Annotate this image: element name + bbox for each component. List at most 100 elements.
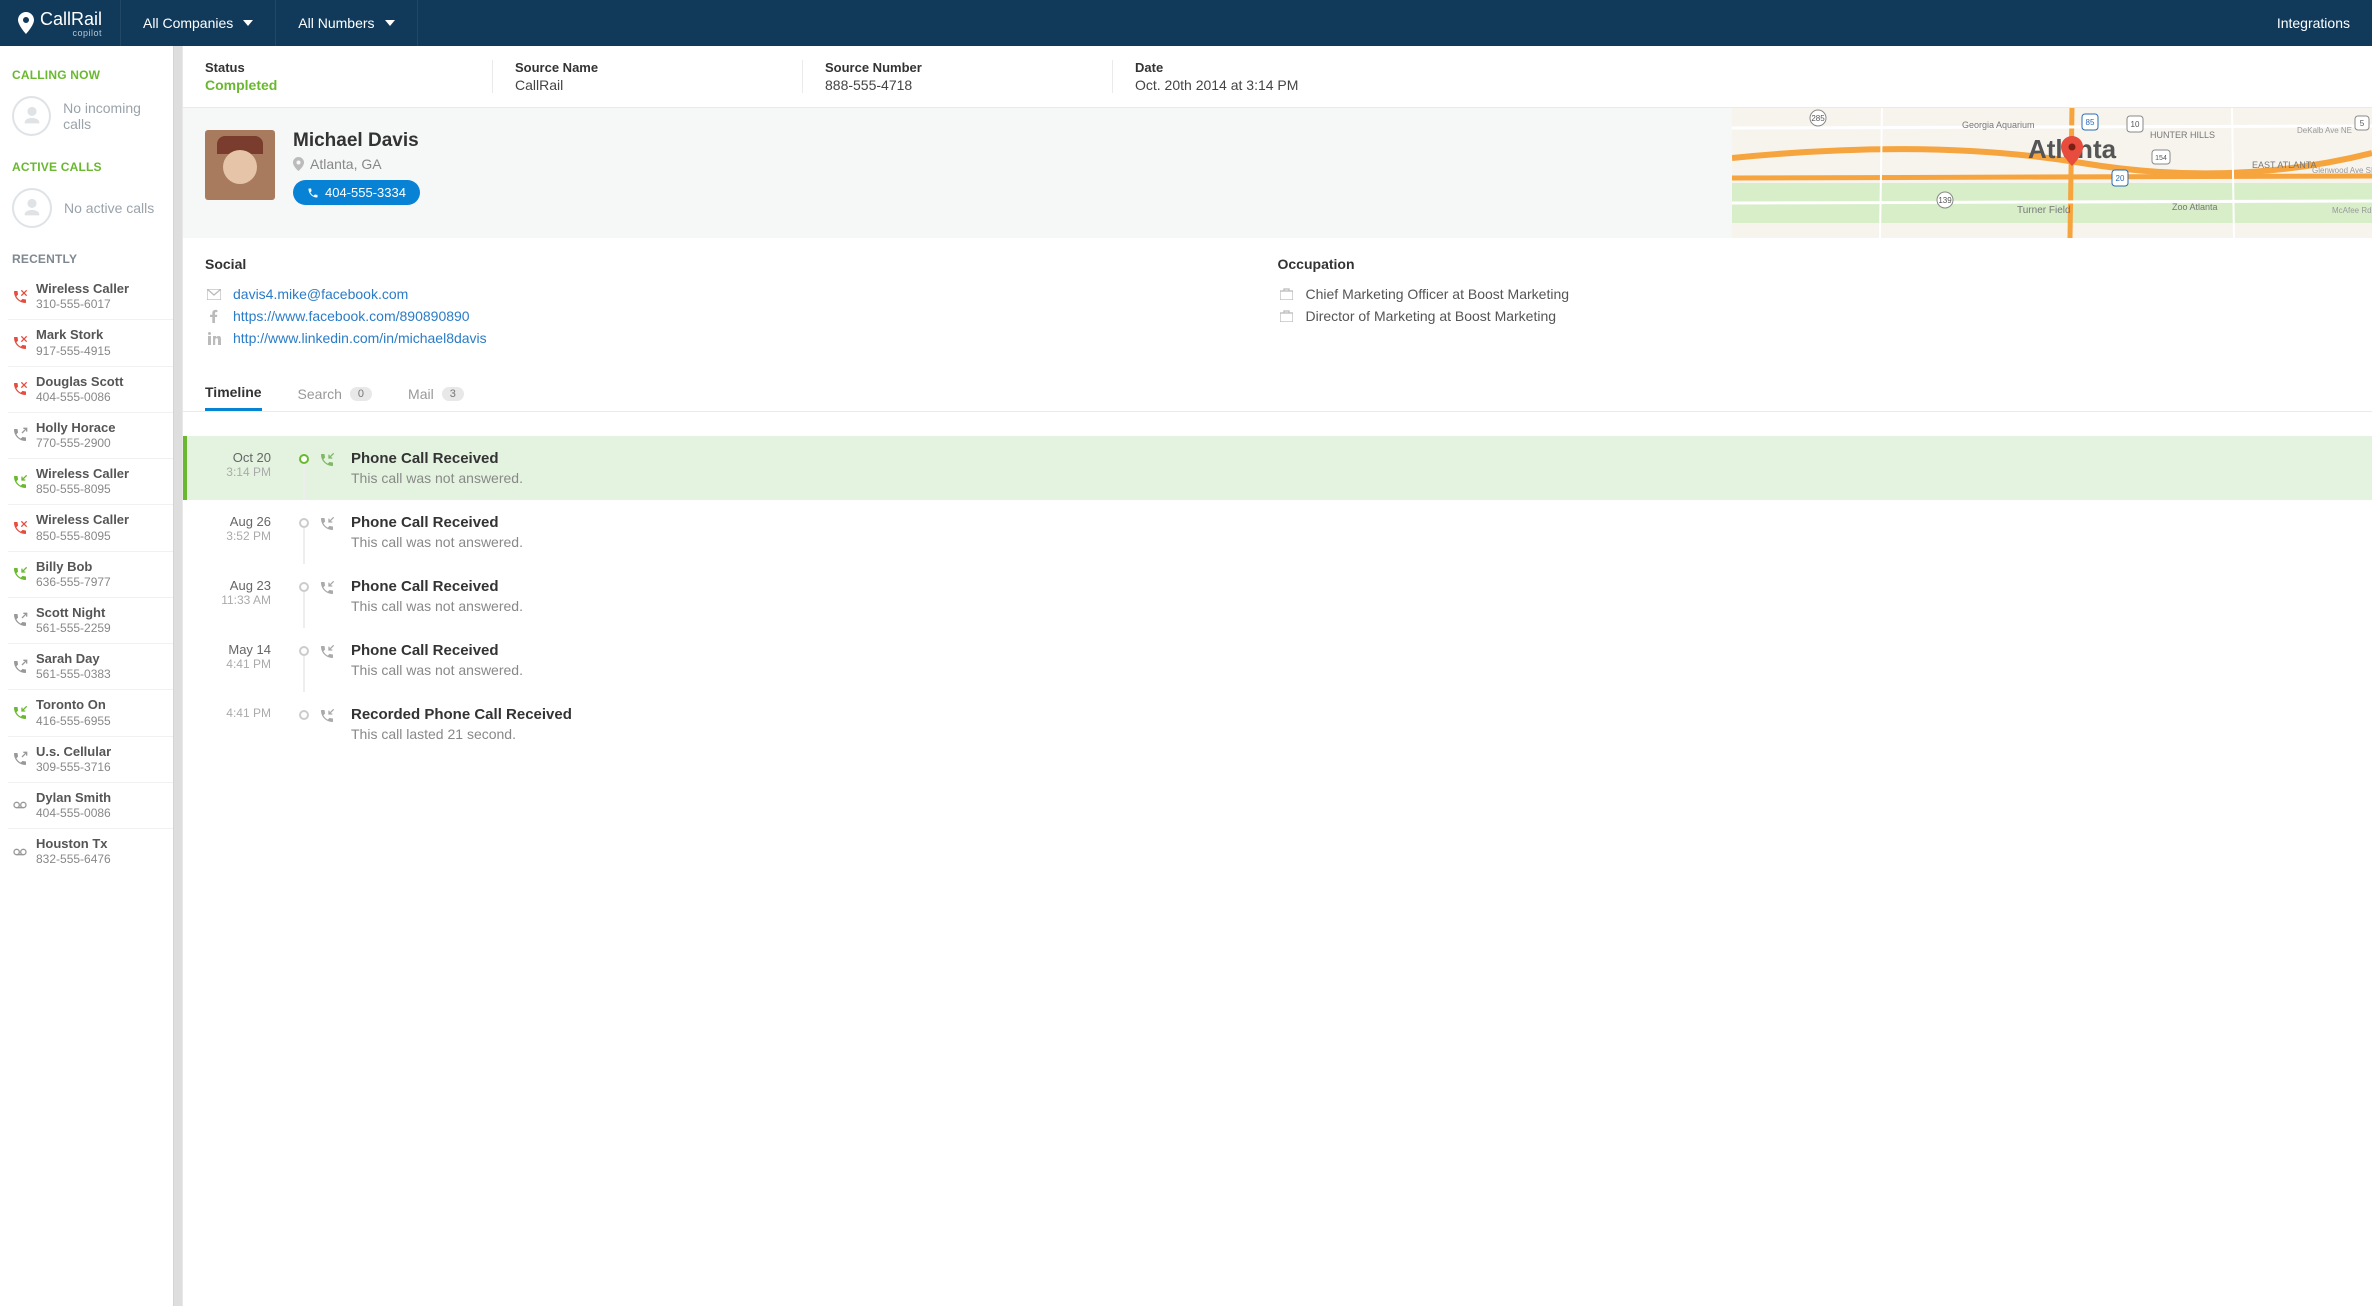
source-name-value: CallRail [515, 77, 780, 93]
timeline-desc: This call lasted 21 second. [351, 726, 572, 742]
phone-in-icon [319, 580, 343, 614]
nav-companies-label: All Companies [143, 15, 233, 31]
recent-name: Houston Tx [36, 836, 111, 852]
recent-list: Wireless Caller310-555-6017Mark Stork917… [0, 274, 182, 874]
timeline-item[interactable]: May 144:41 PM Phone Call ReceivedThis ca… [183, 628, 2372, 692]
call-state-icon [12, 520, 28, 536]
svg-text:HUNTER HILLS: HUNTER HILLS [2150, 130, 2215, 140]
svg-text:20: 20 [2116, 174, 2125, 183]
briefcase-icon [1278, 310, 1296, 322]
recent-name: Billy Bob [36, 559, 111, 575]
logo[interactable]: CallRail copilot [0, 0, 121, 46]
status-value: Completed [205, 77, 470, 93]
phone-pill[interactable]: 404-555-3334 [293, 180, 420, 205]
timeline-item[interactable]: 4:41 PM Recorded Phone Call ReceivedThis… [183, 692, 2372, 756]
timeline-dot-icon [299, 454, 309, 464]
recent-number: 309-555-3716 [36, 760, 111, 775]
tab-mail[interactable]: Mail3 [408, 376, 464, 411]
tab-timeline[interactable]: Timeline [205, 376, 262, 411]
tab-timeline-label: Timeline [205, 384, 262, 400]
timeline-item[interactable]: Oct 203:14 PM Phone Call ReceivedThis ca… [183, 436, 2372, 500]
recent-item[interactable]: Wireless Caller310-555-6017 [8, 274, 174, 319]
timeline-desc: This call was not answered. [351, 470, 523, 486]
timeline: Oct 203:14 PM Phone Call ReceivedThis ca… [183, 412, 2372, 796]
timeline-dot-icon [299, 646, 309, 656]
timeline-dot-icon [299, 518, 309, 528]
occupation-text: Chief Marketing Officer at Boost Marketi… [1306, 286, 1570, 302]
status-row: Status Completed Source Name CallRail So… [183, 46, 2372, 108]
recent-item[interactable]: Douglas Scott404-555-0086 [8, 366, 174, 412]
recent-item[interactable]: Wireless Caller850-555-8095 [8, 504, 174, 550]
recent-item[interactable]: Scott Night561-555-2259 [8, 597, 174, 643]
recent-name: Dylan Smith [36, 790, 111, 806]
profile-name: Michael Davis [293, 130, 420, 152]
svg-text:Glenwood Ave SE: Glenwood Ave SE [2312, 166, 2372, 175]
nav-integrations[interactable]: Integrations [2255, 0, 2372, 46]
recent-number: 770-555-2900 [36, 436, 115, 451]
social-email-link[interactable]: davis4.mike@facebook.com [233, 286, 408, 302]
phone-in-icon [319, 516, 343, 550]
timeline-item[interactable]: Aug 2311:33 AM Phone Call ReceivedThis c… [183, 564, 2372, 628]
recent-number: 416-555-6955 [36, 714, 111, 729]
nav-all-numbers[interactable]: All Numbers [276, 0, 417, 46]
status-cell-source-name: Source Name CallRail [493, 60, 803, 93]
call-state-icon [12, 566, 28, 582]
profile-phone: 404-555-3334 [325, 185, 406, 200]
timeline-date: Aug 23 [205, 578, 271, 593]
recent-item[interactable]: Houston Tx832-555-6476 [8, 828, 174, 874]
social-col: Social davis4.mike@facebook.com https://… [205, 256, 1278, 352]
mail-icon [205, 289, 223, 300]
recent-item[interactable]: Billy Bob636-555-7977 [8, 551, 174, 597]
call-state-icon [12, 844, 28, 860]
status-cell-source-number: Source Number 888-555-4718 [803, 60, 1113, 93]
recent-name: Sarah Day [36, 651, 111, 667]
phone-icon [307, 187, 319, 199]
call-state-icon [12, 612, 28, 628]
svg-text:285: 285 [1811, 114, 1825, 123]
social-facebook-link[interactable]: https://www.facebook.com/890890890 [233, 308, 470, 324]
recent-item[interactable]: U.s. Cellular309-555-3716 [8, 736, 174, 782]
timeline-time: 3:52 PM [205, 529, 271, 543]
timeline-item[interactable]: Aug 263:52 PM Phone Call ReceivedThis ca… [183, 500, 2372, 564]
recent-item[interactable]: Wireless Caller850-555-8095 [8, 458, 174, 504]
map[interactable]: Atlanta Turner Field Georgia Aquarium Zo… [1732, 108, 2372, 238]
recent-number: 561-555-0383 [36, 667, 111, 682]
call-state-icon [12, 659, 28, 675]
recent-number: 850-555-8095 [36, 482, 129, 497]
svg-text:Turner Field: Turner Field [2017, 205, 2071, 216]
timeline-desc: This call was not answered. [351, 662, 523, 678]
recent-number: 404-555-0086 [36, 390, 123, 405]
timeline-title: Phone Call Received [351, 450, 523, 467]
calling-now-empty: No incoming calls [0, 90, 182, 150]
profile-location: Atlanta, GA [293, 156, 420, 172]
status-label: Status [205, 60, 470, 75]
recent-item[interactable]: Holly Horace770-555-2900 [8, 412, 174, 458]
svg-text:McAfee Rd: McAfee Rd [2332, 206, 2372, 215]
call-state-icon [12, 335, 28, 351]
occupation-line: Chief Marketing Officer at Boost Marketi… [1278, 286, 2351, 302]
brand-sub: copilot [40, 28, 102, 38]
social-linkedin-link[interactable]: http://www.linkedin.com/in/michael8davis [233, 330, 487, 346]
recent-item[interactable]: Dylan Smith404-555-0086 [8, 782, 174, 828]
location-pin-icon [293, 157, 304, 171]
nav-all-companies[interactable]: All Companies [121, 0, 276, 46]
timeline-date: Aug 26 [205, 514, 271, 529]
recent-name: Scott Night [36, 605, 111, 621]
timeline-dot-icon [299, 582, 309, 592]
recent-item[interactable]: Toronto On416-555-6955 [8, 689, 174, 735]
active-calls-empty-text: No active calls [64, 200, 154, 216]
profile-location-text: Atlanta, GA [310, 156, 382, 172]
timeline-time: 4:41 PM [205, 657, 271, 671]
recent-name: Mark Stork [36, 327, 111, 343]
tab-search[interactable]: Search0 [298, 376, 372, 411]
call-state-icon [12, 474, 28, 490]
recent-item[interactable]: Mark Stork917-555-4915 [8, 319, 174, 365]
recent-name: Wireless Caller [36, 466, 129, 482]
recent-item[interactable]: Sarah Day561-555-0383 [8, 643, 174, 689]
call-state-icon [12, 705, 28, 721]
recent-name: Wireless Caller [36, 281, 129, 297]
svg-text:DeKalb Ave NE: DeKalb Ave NE [2297, 126, 2352, 135]
recent-number: 310-555-6017 [36, 297, 129, 312]
recent-number: 832-555-6476 [36, 852, 111, 867]
timeline-title: Phone Call Received [351, 514, 523, 531]
